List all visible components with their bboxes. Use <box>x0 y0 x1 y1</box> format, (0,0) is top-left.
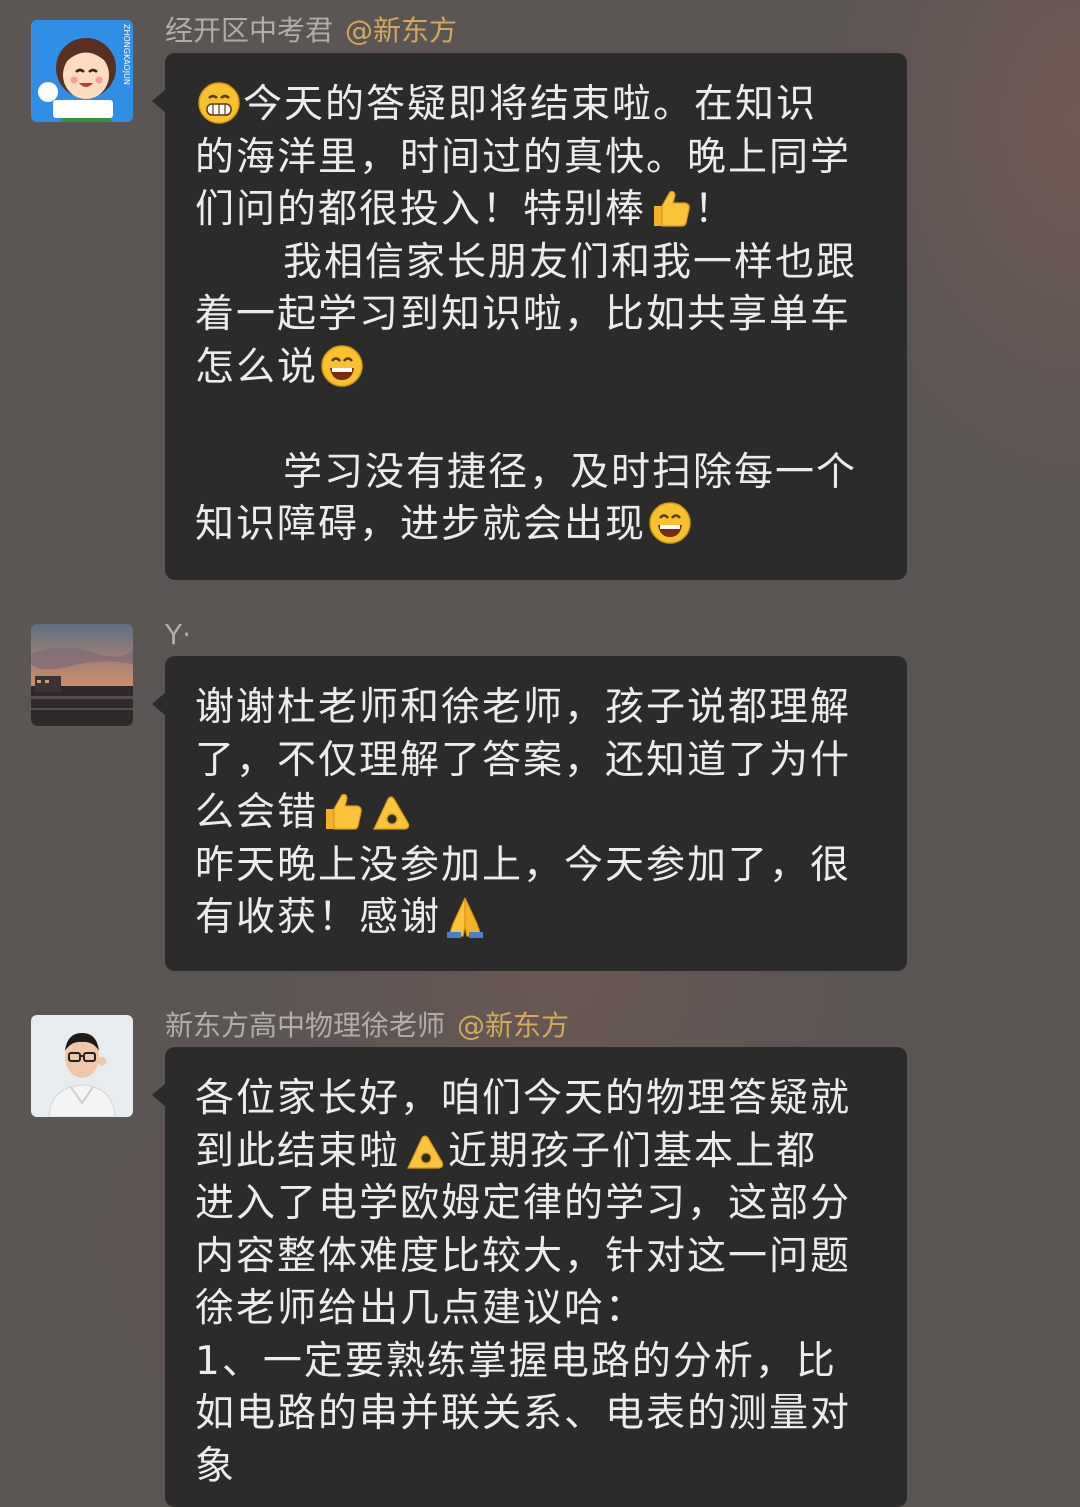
avatar-watermark: ZHONGKAOJUN <box>122 24 131 85</box>
message-text: 知识障碍，进步就会出现 <box>195 502 647 547</box>
message-line: 进入了电学欧姆定律的学习，这部分 <box>195 1181 852 1226</box>
sender-org-tag: @新东方 <box>345 14 458 47</box>
message-line: 如电路的串并联关系、电表的测量对 <box>195 1391 852 1436</box>
message-line: 谢谢杜老师和徐老师，孩子说都理解 <box>195 685 852 730</box>
ok-hand-emoji-icon <box>407 1134 444 1169</box>
message-text: 近期孩子们基本上都 <box>448 1128 818 1174</box>
sender-name-text: 新东方高中物理徐老师 <box>165 1009 446 1042</box>
message-text: ！ <box>694 187 736 232</box>
sender-name-text: Y· <box>165 618 192 651</box>
message-line: 今天的答疑即将结束啦。在知识 <box>195 79 877 132</box>
sunset-photo-avatar-icon <box>31 624 133 726</box>
message-bubble[interactable]: 谢谢杜老师和徐老师，孩子说都理解 了，不仅理解了答案，还知道了为什 么会错 昨天… <box>152 656 907 971</box>
message-text: 有收获！感谢 <box>195 895 442 940</box>
avatar[interactable] <box>31 624 133 726</box>
avatar[interactable]: ZHONGKAOJUN <box>31 20 133 122</box>
message-bubble[interactable]: 今天的答疑即将结束啦。在知识 的海洋里，时间过的真快。晚上同学 们问的都很投入！… <box>152 53 907 580</box>
smile-emoji-icon <box>649 502 691 544</box>
message-line: 着一起学习到知识啦，比如共享单车 <box>195 292 852 337</box>
message-line: 到此结束啦 近期孩子们基本上都 <box>195 1126 877 1179</box>
sender-name: 经开区中考君 @新东方 <box>165 14 457 48</box>
message-text: 今天的答疑即将结束啦。在知识 <box>243 82 818 127</box>
sender-name: 新东方高中物理徐老师 @新东方 <box>165 1009 569 1043</box>
sender-name: Y· <box>165 618 191 652</box>
message-line: 内容整体难度比较大，针对这一问题 <box>195 1233 852 1279</box>
message-line: 怎么说 <box>195 342 877 395</box>
message-line: 徐老师给出几点建议哈： <box>195 1286 647 1331</box>
message-line: 学习没有捷径，及时扫除每一个 <box>283 449 858 495</box>
message-line: 知识障碍，进步就会出现 <box>195 499 877 552</box>
ok-hand-emoji-icon <box>373 796 410 830</box>
message-line: 么会错 <box>195 787 877 840</box>
smile-emoji-icon <box>321 344 363 387</box>
folded-hands-emoji-icon <box>447 897 484 938</box>
message-bubble[interactable]: 各位家长好，咱们今天的物理答疑就 到此结束啦 近期孩子们基本上都 进入了电学欧姆… <box>152 1047 907 1507</box>
message-line: 我相信家长朋友们和我一样也跟 <box>283 239 858 285</box>
message-line: 各位家长好，咱们今天的物理答疑就 <box>195 1076 852 1121</box>
message-line: 们问的都很投入！特别棒 ！ <box>195 184 877 237</box>
thumbs-up-emoji-icon <box>654 190 690 227</box>
avatar[interactable] <box>31 1015 133 1117</box>
message-text: 么会错 <box>195 790 319 835</box>
message-line: 了，不仅理解了答案，还知道了为什 <box>195 737 852 783</box>
message-line <box>195 394 877 447</box>
message-line: 的海洋里，时间过的真快。晚上同学 <box>195 134 852 180</box>
sender-org-tag: @新东方 <box>457 1009 570 1042</box>
grin-emoji-icon <box>198 82 240 124</box>
message-text: 怎么说 <box>195 344 319 390</box>
cartoon-girl-avatar-icon <box>31 20 133 122</box>
message-text: 们问的都很投入！特别棒 <box>195 187 647 232</box>
message-text: 到此结束啦 <box>195 1128 401 1174</box>
message-line: 昨天晚上没参加上，今天参加了，很 <box>195 842 852 888</box>
message-line: 有收获！感谢 <box>195 892 877 945</box>
thumbs-up-emoji-icon <box>326 793 362 830</box>
sender-name-text: 经开区中考君 <box>165 14 334 47</box>
message-line: 象 <box>195 1443 237 1489</box>
teacher-photo-avatar-icon <box>31 1015 133 1117</box>
message-line: 1、一定要熟练掌握电路的分析，比 <box>195 1338 837 1384</box>
